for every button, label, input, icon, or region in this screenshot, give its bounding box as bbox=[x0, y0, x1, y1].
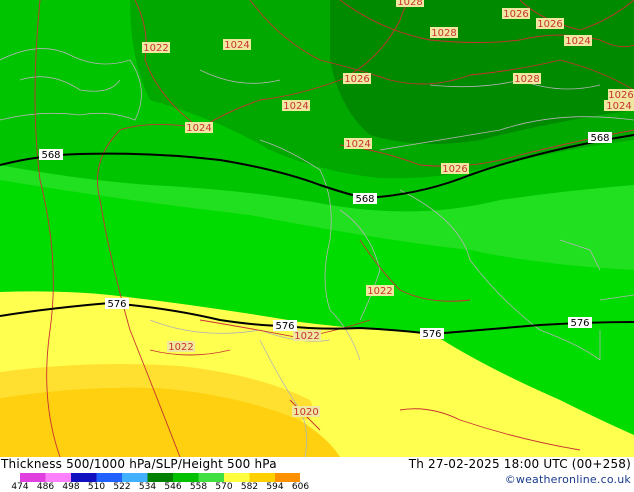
svg-text:576: 576 bbox=[275, 321, 294, 332]
height-label: 576 bbox=[420, 328, 444, 340]
isobar-label: 1026 bbox=[502, 8, 530, 20]
legend-swatch bbox=[224, 473, 250, 482]
legend-tick-label: 558 bbox=[189, 482, 208, 492]
svg-text:1022: 1022 bbox=[168, 342, 193, 353]
isobar-label: 1022 bbox=[142, 42, 170, 54]
svg-text:1024: 1024 bbox=[606, 101, 631, 112]
isobar-label: 1024 bbox=[282, 100, 310, 112]
svg-text:568: 568 bbox=[41, 150, 60, 161]
legend-tick-label: 510 bbox=[87, 482, 106, 492]
svg-text:576: 576 bbox=[107, 299, 126, 310]
legend-tick-label: 486 bbox=[36, 482, 55, 492]
legend-tick-label: 546 bbox=[164, 482, 182, 492]
svg-text:568: 568 bbox=[590, 133, 609, 144]
legend-swatch bbox=[173, 473, 199, 482]
isobar-label: 1026 bbox=[608, 89, 634, 101]
svg-text:1026: 1026 bbox=[537, 19, 562, 30]
svg-text:1022: 1022 bbox=[143, 43, 168, 54]
isobar-label: 1022 bbox=[366, 285, 394, 297]
isobar-label: 1024 bbox=[564, 35, 592, 47]
height-label: 576 bbox=[105, 298, 129, 310]
svg-text:1026: 1026 bbox=[442, 164, 467, 175]
legend-tick-label: 474 bbox=[11, 482, 29, 492]
svg-text:568: 568 bbox=[355, 194, 374, 205]
isobar-label: 1024 bbox=[185, 122, 213, 134]
credit-link[interactable]: ©weatheronline.co.uk bbox=[505, 473, 631, 486]
svg-text:1022: 1022 bbox=[294, 331, 319, 342]
legend-swatch bbox=[198, 473, 224, 482]
height-label: 576 bbox=[568, 317, 592, 329]
isobar-label: 1026 bbox=[536, 18, 564, 30]
svg-text:1026: 1026 bbox=[344, 74, 369, 85]
svg-text:1024: 1024 bbox=[186, 123, 211, 134]
height-label: 568 bbox=[353, 193, 377, 205]
isobar-label: 1026 bbox=[343, 73, 371, 85]
isobar-label: 1024 bbox=[604, 100, 634, 112]
isobar-label: 1020 bbox=[292, 406, 320, 418]
svg-text:576: 576 bbox=[422, 329, 441, 340]
svg-text:1026: 1026 bbox=[608, 90, 633, 101]
legend-tick-label: 606 bbox=[291, 482, 310, 492]
isobar-label: 1028 bbox=[430, 27, 458, 39]
svg-text:576: 576 bbox=[570, 318, 589, 329]
legend-tick-label: 498 bbox=[62, 482, 80, 492]
legend-tick-label: 594 bbox=[266, 482, 284, 492]
svg-text:1026: 1026 bbox=[503, 9, 528, 20]
isobar-label: 1022 bbox=[293, 330, 321, 342]
valid-time: Th 27-02-2025 18:00 UTC (00+258) bbox=[408, 457, 631, 471]
legend-tick-label: 570 bbox=[215, 482, 233, 492]
legend-swatch bbox=[71, 473, 97, 482]
isobar-label: 1028 bbox=[513, 73, 541, 85]
isobar-label: 1024 bbox=[223, 39, 251, 51]
isobar-label: 1024 bbox=[344, 138, 372, 150]
legend-swatch bbox=[45, 473, 71, 482]
svg-text:1024: 1024 bbox=[345, 139, 370, 150]
svg-text:1024: 1024 bbox=[224, 40, 249, 51]
svg-text:1028: 1028 bbox=[431, 28, 456, 39]
isobar-label: 1022 bbox=[167, 341, 195, 353]
legend-swatch bbox=[249, 473, 275, 482]
legend-swatch bbox=[122, 473, 148, 482]
legend-swatch bbox=[147, 473, 173, 482]
svg-text:1024: 1024 bbox=[565, 36, 590, 47]
svg-text:1028: 1028 bbox=[514, 74, 539, 85]
svg-text:1026: 1026 bbox=[0, 0, 13, 3]
height-label: 576 bbox=[273, 320, 297, 332]
svg-text:1024: 1024 bbox=[283, 101, 308, 112]
height-label: 568 bbox=[39, 149, 63, 161]
legend-swatch bbox=[20, 473, 46, 482]
isobar-label: 1026 bbox=[441, 163, 469, 175]
svg-text:1022: 1022 bbox=[367, 286, 392, 297]
legend-tick-label: 522 bbox=[113, 482, 131, 492]
map-title: Thickness 500/1000 hPa/SLP/Height 500 hP… bbox=[1, 457, 277, 471]
legend-tick-label: 534 bbox=[138, 482, 157, 492]
legend-swatch bbox=[275, 473, 300, 482]
svg-text:1020: 1020 bbox=[293, 407, 318, 418]
map-stage: 1028 1026 1026 1024 1028 1022 1024 1026 … bbox=[0, 0, 634, 492]
thickness-map: 1028 1026 1026 1024 1028 1022 1024 1026 … bbox=[0, 0, 634, 457]
svg-text:1028: 1028 bbox=[397, 0, 422, 8]
height-label: 568 bbox=[588, 132, 612, 144]
isobar-label: 1028 bbox=[396, 0, 424, 8]
legend-swatch bbox=[96, 473, 122, 482]
legend-tick-label: 582 bbox=[240, 482, 259, 492]
